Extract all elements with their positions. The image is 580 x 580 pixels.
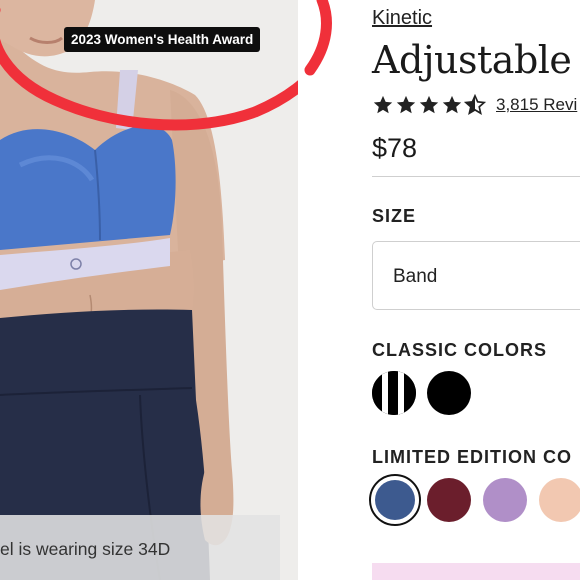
rating-stars	[372, 94, 486, 116]
swatch-black-white-stripe[interactable]	[372, 371, 416, 415]
model-image	[0, 0, 298, 580]
award-badge: 2023 Women's Health Award	[64, 27, 261, 52]
annotation-circle	[304, 0, 332, 76]
star-full-icon	[396, 95, 416, 114]
promo-banner[interactable]	[372, 563, 580, 580]
product-info-panel: Kinetic Adjustable 3,815 Revi $78 SIZE B…	[369, 0, 580, 580]
size-band-value: Band	[393, 266, 438, 287]
star-full-icon	[373, 95, 393, 114]
star-full-icon	[442, 95, 462, 114]
star-half-icon	[464, 94, 486, 115]
limited-colors-heading: LIMITED EDITION CO	[372, 447, 572, 467]
size-heading: SIZE	[372, 206, 417, 226]
swatch-black[interactable]	[427, 371, 471, 415]
stripe-pattern	[372, 371, 416, 415]
model-size-caption-text: el is wearing size 34D	[0, 539, 171, 559]
product-rating[interactable]: 3,815 Revi	[372, 93, 577, 117]
classic-colors-heading: CLASSIC COLORS	[372, 340, 548, 360]
brand-link[interactable]: Kinetic	[372, 7, 432, 30]
size-band-select[interactable]: Band	[372, 241, 580, 310]
model-size-caption: el is wearing size 34D	[0, 515, 280, 580]
swatch-lilac[interactable]	[483, 478, 527, 522]
swatch-navy	[375, 480, 415, 520]
swatch-burgundy[interactable]	[427, 478, 471, 522]
reviews-link[interactable]: 3,815 Revi	[496, 95, 577, 115]
product-price: $78	[372, 133, 418, 163]
swatch-navy-selected[interactable]	[369, 474, 421, 526]
swatch-blush[interactable]	[539, 478, 580, 522]
star-full-icon	[419, 95, 439, 114]
product-title: Adjustable	[372, 38, 572, 82]
divider	[372, 176, 580, 177]
product-photo[interactable]: 2023 Women's Health Award el is wearing …	[0, 0, 298, 580]
